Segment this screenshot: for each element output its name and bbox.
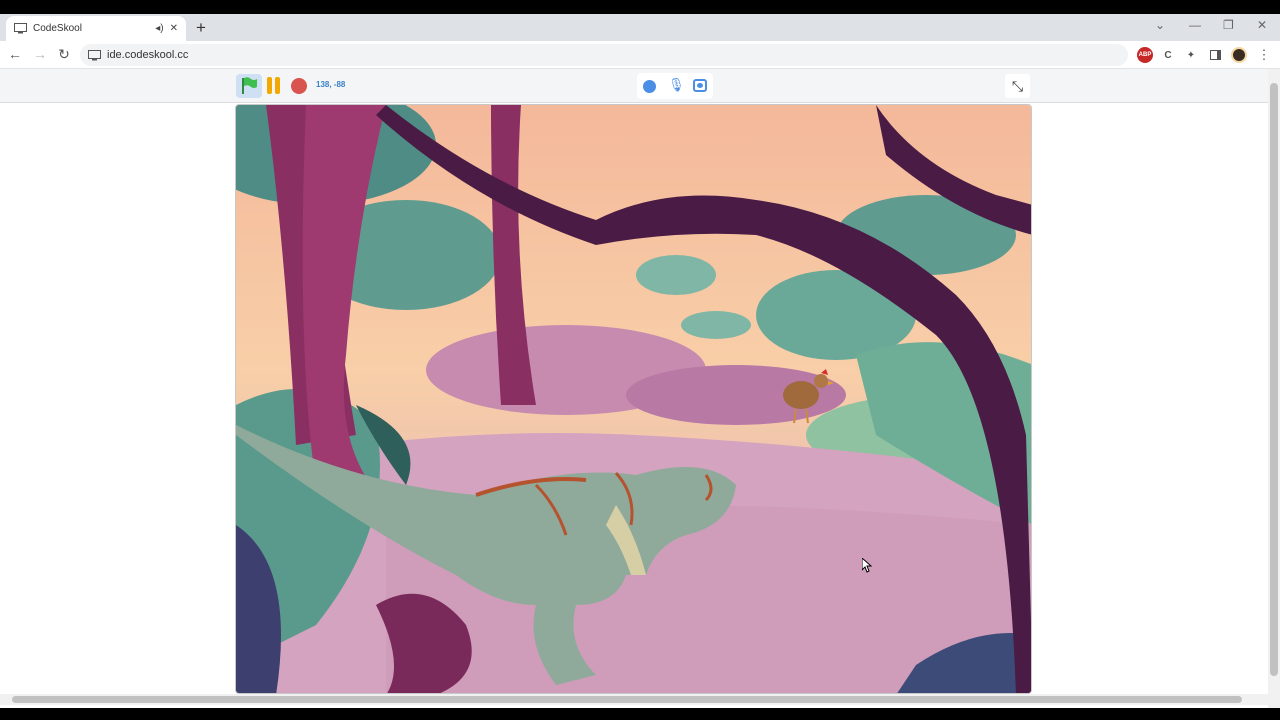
codeskool-page: 138, -88 🎙 ⤡ bbox=[0, 69, 1268, 708]
stop-button[interactable] bbox=[291, 78, 307, 94]
vertical-scroll-thumb[interactable] bbox=[1270, 83, 1278, 676]
camera-icon[interactable] bbox=[693, 79, 707, 92]
stage-controls: 138, -88 🎙 ⤡ bbox=[0, 69, 1268, 103]
reload-icon[interactable]: ↻ bbox=[55, 46, 73, 63]
new-tab-button[interactable]: + bbox=[196, 18, 206, 38]
tab-strip: CodeSkool ◂) ✕ + ⌄ — ❐ ✕ bbox=[0, 14, 1280, 41]
c-extension-icon[interactable]: C bbox=[1160, 47, 1176, 63]
forward-icon[interactable]: → bbox=[31, 46, 49, 62]
media-tools: 🎙 bbox=[637, 73, 713, 99]
close-window-icon[interactable]: ✕ bbox=[1257, 18, 1267, 32]
avatar[interactable] bbox=[1231, 47, 1247, 63]
sidepanel-icon[interactable] bbox=[1207, 47, 1223, 63]
browser-window: CodeSkool ◂) ✕ + ⌄ — ❐ ✕ ← → ↻ ide.codes… bbox=[0, 14, 1280, 708]
green-flag-icon bbox=[242, 77, 257, 94]
vertical-scrollbar[interactable] bbox=[1268, 69, 1280, 708]
close-tab-icon[interactable]: ✕ bbox=[170, 23, 178, 34]
pause-button[interactable] bbox=[266, 77, 282, 95]
stage-canvas[interactable] bbox=[235, 104, 1032, 694]
address-bar[interactable]: ide.codeskool.cc bbox=[80, 44, 1128, 66]
mouse-cursor-icon bbox=[862, 558, 873, 573]
pause-icon bbox=[267, 77, 272, 94]
record-dot-icon[interactable] bbox=[643, 80, 656, 93]
jungle-backdrop bbox=[236, 105, 1031, 693]
green-flag-button[interactable] bbox=[236, 74, 262, 98]
puzzle-icon[interactable]: ✦ bbox=[1183, 47, 1199, 63]
back-icon[interactable]: ← bbox=[6, 46, 24, 62]
horizontal-scroll-thumb[interactable] bbox=[12, 696, 1242, 703]
tab-search-icon[interactable]: ⌄ bbox=[1155, 18, 1165, 32]
speaker-icon[interactable]: ◂) bbox=[155, 23, 163, 34]
restore-icon[interactable]: ❐ bbox=[1223, 18, 1234, 32]
horizontal-scrollbar[interactable] bbox=[0, 694, 1268, 705]
menu-icon[interactable]: ⋮ bbox=[1256, 47, 1272, 63]
site-info-icon[interactable] bbox=[88, 49, 101, 61]
mouse-coordinates: 138, -88 bbox=[316, 80, 346, 89]
tab-title: CodeSkool bbox=[33, 23, 82, 34]
exit-fullscreen-button[interactable]: ⤡ bbox=[1005, 74, 1030, 98]
monitor-icon bbox=[14, 23, 27, 34]
minimize-icon[interactable]: — bbox=[1189, 18, 1201, 32]
browser-toolbar: ← → ↻ ide.codeskool.cc ABP C ✦ ⋮ bbox=[0, 41, 1280, 69]
url-text: ide.codeskool.cc bbox=[107, 49, 189, 61]
microphone-icon[interactable]: 🎙 bbox=[668, 77, 685, 93]
tab-codeskool[interactable]: CodeSkool ◂) ✕ bbox=[6, 16, 186, 41]
abp-icon[interactable]: ABP bbox=[1137, 47, 1153, 63]
